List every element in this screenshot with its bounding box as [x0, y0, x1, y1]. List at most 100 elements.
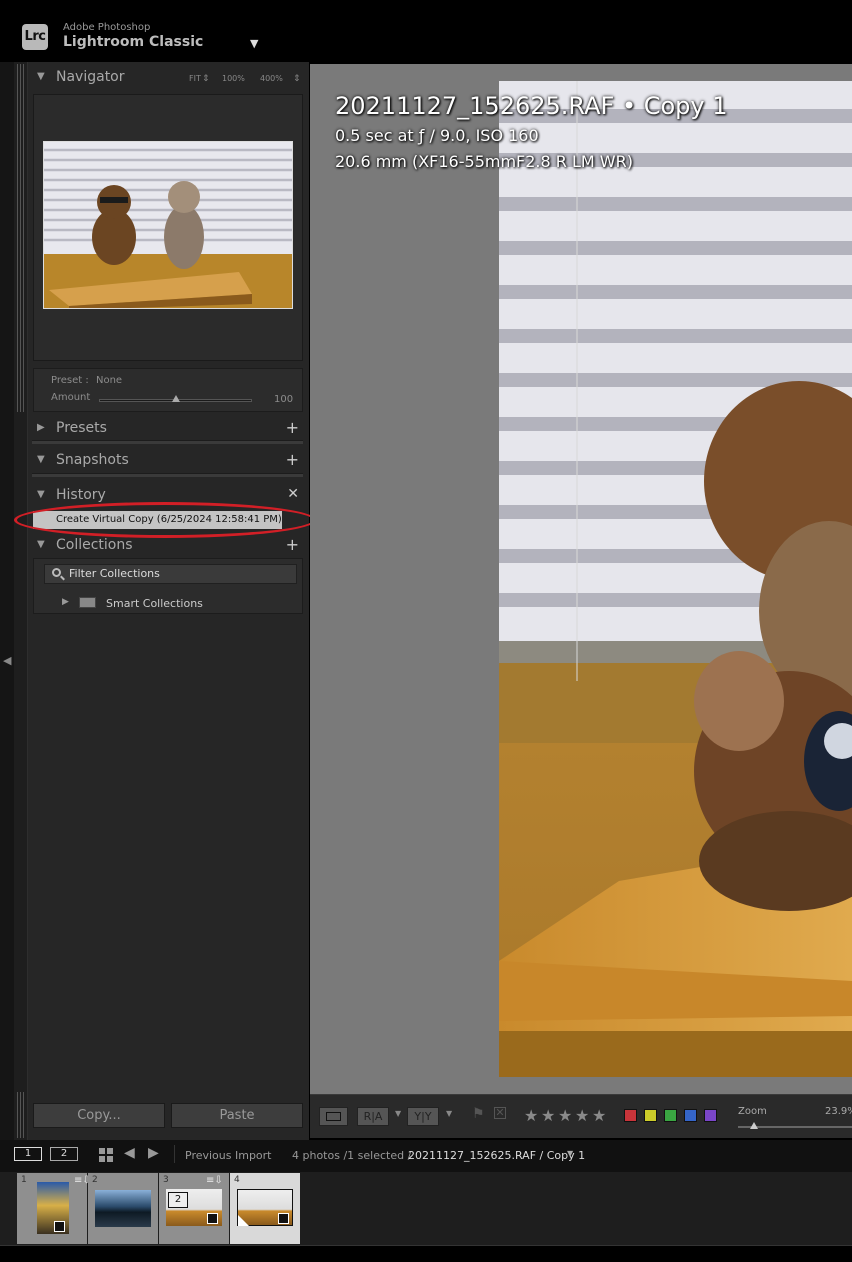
collapse-triangle-icon[interactable]: ▼: [37, 71, 45, 82]
star-rating-3-icon[interactable]: ★: [558, 1106, 572, 1125]
secondary-display-button[interactable]: 2: [50, 1147, 78, 1161]
color-label-yellow[interactable]: [644, 1109, 657, 1122]
before-after-lr-button[interactable]: R|A: [357, 1107, 389, 1126]
zoom-400[interactable]: 400%: [260, 74, 283, 83]
color-label-blue[interactable]: [684, 1109, 697, 1122]
divider: [174, 1145, 175, 1163]
presets-header[interactable]: ▶ Presets +: [28, 418, 309, 441]
star-rating-5-icon[interactable]: ★: [592, 1106, 606, 1125]
filmstrip: 1 ≡⇩ 2 3 ≡⇩ 2 4: [0, 1172, 852, 1262]
quick-preset-panel: Preset : None Amount 100: [33, 368, 303, 412]
filmstrip-cell[interactable]: 1 ≡⇩: [17, 1173, 91, 1244]
left-panel-toggle-rail[interactable]: ◀: [0, 62, 14, 1140]
history-step[interactable]: Create Virtual Copy (6/25/2024 12:58:41 …: [33, 511, 282, 529]
dropdown-arrow-icon[interactable]: ▼: [395, 1109, 401, 1118]
panel-divider: [32, 473, 303, 477]
zoom-spinner-icon[interactable]: ⇕: [293, 74, 301, 84]
amount-value: 100: [274, 394, 294, 405]
collection-badge-icon: [54, 1221, 65, 1232]
color-label-red[interactable]: [624, 1109, 637, 1122]
collapse-triangle-icon[interactable]: ▼: [37, 454, 45, 465]
filmstrip-cell[interactable]: 3 ≡⇩ 2: [159, 1173, 229, 1244]
clear-history-icon[interactable]: ✕: [287, 486, 299, 502]
cell-number: 4: [234, 1175, 240, 1185]
filter-collections-input[interactable]: Filter Collections: [44, 564, 297, 584]
star-rating-2-icon[interactable]: ★: [541, 1106, 555, 1125]
photo-filename-overlay: 20211127_152625.RAF • Copy 1: [335, 92, 728, 120]
smart-collections-label: Smart Collections: [106, 597, 203, 610]
copy-button[interactable]: Copy...: [33, 1103, 165, 1128]
add-preset-icon[interactable]: +: [286, 418, 299, 437]
filename-dropdown-icon[interactable]: ▼: [567, 1149, 573, 1158]
panel-resize-strip[interactable]: [14, 62, 28, 1140]
collections-panel: Filter Collections ▶ Smart Collections: [33, 558, 303, 614]
add-snapshot-icon[interactable]: +: [286, 450, 299, 469]
filmstrip-filename[interactable]: 20211127_152625.RAF / Copy 1: [408, 1149, 585, 1162]
filmstrip-source[interactable]: Previous Import: [185, 1149, 272, 1162]
add-collection-icon[interactable]: +: [286, 535, 299, 554]
navigator-title: Navigator: [56, 69, 125, 85]
photo-exposure-overlay: 0.5 sec at ƒ / 9.0, ISO 160: [335, 126, 539, 145]
grid-view-icon[interactable]: [99, 1148, 113, 1162]
virtual-copy-corner-icon: [238, 1215, 249, 1226]
loupe-view[interactable]: 20211127_152625.RAF • Copy 1 0.5 sec at …: [310, 64, 852, 1094]
color-label-green[interactable]: [664, 1109, 677, 1122]
zoom-slider-knob[interactable]: [750, 1122, 758, 1129]
dropdown-arrow-icon[interactable]: ▼: [446, 1109, 452, 1118]
before-after-tb-button[interactable]: Y|Y: [407, 1107, 439, 1126]
expand-triangle-icon[interactable]: ▶: [62, 597, 69, 607]
zoom-fit-spinner-icon[interactable]: ⇕: [202, 74, 210, 84]
star-rating-4-icon[interactable]: ★: [575, 1106, 589, 1125]
back-arrow-icon[interactable]: ◀: [124, 1145, 135, 1161]
zoom-label: Zoom: [738, 1106, 767, 1117]
brand-vendor: Adobe Photoshop: [63, 22, 151, 33]
primary-display-button[interactable]: 1: [14, 1147, 42, 1161]
history-title: History: [56, 487, 106, 503]
identity-plate-dropdown-icon[interactable]: ▼: [250, 37, 258, 50]
zoom-100[interactable]: 100%: [222, 74, 245, 83]
lrc-logo: Lrc: [22, 24, 48, 50]
filmstrip-cell[interactable]: 2: [88, 1173, 158, 1244]
edited-badge-icon: [278, 1213, 289, 1224]
photo-lens-overlay: 20.6 mm (XF16-55mmF2.8 R LM WR): [335, 152, 633, 171]
collapse-triangle-icon[interactable]: ▼: [37, 539, 45, 550]
flag-pick-icon[interactable]: ⚑: [472, 1106, 485, 1122]
filmstrip-cell-selected[interactable]: 4: [230, 1173, 300, 1244]
collapse-triangle-icon[interactable]: ▼: [37, 489, 45, 500]
collections-title: Collections: [56, 537, 133, 553]
grip-bottom: [17, 1092, 25, 1138]
zoom-fit[interactable]: FIT: [189, 74, 201, 83]
preset-value[interactable]: None: [96, 375, 122, 386]
zoom-value: 23.9%: [825, 1106, 852, 1117]
filmstrip-count: 4 photos /1 selected /: [292, 1149, 412, 1162]
navigator-thumbnail[interactable]: [43, 141, 293, 309]
grip-top: [17, 64, 25, 412]
snapshots-title: Snapshots: [56, 452, 129, 468]
filmstrip-scrollbar[interactable]: [0, 1245, 852, 1262]
paste-button[interactable]: Paste: [171, 1103, 303, 1128]
collections-header[interactable]: ▼ Collections +: [28, 535, 309, 558]
history-header[interactable]: ▼ History ✕: [28, 486, 309, 508]
cell-number: 1: [21, 1175, 27, 1185]
snapshots-header[interactable]: ▼ Snapshots +: [28, 450, 309, 473]
expand-left-panel-icon[interactable]: ◀: [3, 654, 11, 667]
loupe-toolbar: R|A ▼ Y|Y ▼ ⚑ ✕ ★ ★ ★ ★ ★ Zoom 23.9%: [310, 1094, 852, 1138]
forward-arrow-icon[interactable]: ▶: [148, 1145, 159, 1161]
main-photo[interactable]: [499, 81, 852, 1077]
edited-badge-icon: [207, 1213, 218, 1224]
amount-slider-knob[interactable]: [172, 395, 180, 402]
preset-label: Preset :: [51, 375, 89, 386]
amount-label: Amount: [51, 392, 91, 403]
title-bar: Lrc Adobe Photoshop Lightroom Classic ▼: [0, 0, 852, 62]
cell-number: 2: [92, 1175, 98, 1185]
smart-collections-row[interactable]: ▶ Smart Collections: [34, 593, 302, 613]
loupe-view-button[interactable]: [319, 1107, 348, 1126]
star-rating-1-icon[interactable]: ★: [524, 1106, 538, 1125]
presets-title: Presets: [56, 420, 107, 436]
expand-triangle-icon[interactable]: ▶: [37, 422, 45, 433]
panel-divider: [32, 440, 303, 444]
color-label-purple[interactable]: [704, 1109, 717, 1122]
filmstrip-header: 1 2 ◀ ▶ Previous Import 4 photos /1 sele…: [0, 1140, 852, 1172]
flag-reject-icon[interactable]: ✕: [494, 1107, 506, 1119]
stack-count-badge[interactable]: 2: [168, 1192, 188, 1208]
